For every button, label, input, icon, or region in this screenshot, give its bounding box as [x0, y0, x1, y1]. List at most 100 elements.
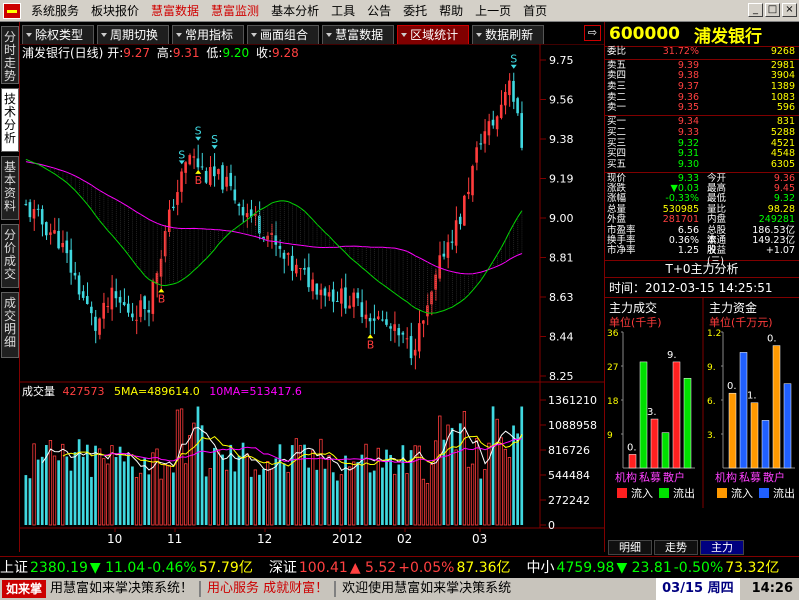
high-label: 高: [157, 45, 173, 60]
volume-ma10: 10MA=513417.6 [209, 385, 302, 398]
candle-body [122, 302, 126, 305]
buy-marker: B [158, 292, 166, 305]
status-time: 14:26 [751, 581, 793, 596]
mini2-ytick: 3. [707, 431, 716, 441]
volume-bar [204, 476, 208, 525]
side-tab-3[interactable]: 分价成交 [1, 224, 19, 288]
menu-item-10[interactable]: 首页 [517, 0, 553, 22]
mini1-legend-in: 流入 [631, 486, 653, 500]
volume-bar [458, 423, 462, 525]
volume-bar [249, 476, 253, 525]
open-label: 开: [107, 46, 123, 60]
menu-item-1[interactable]: 板块报价 [85, 0, 145, 22]
menu-item-8[interactable]: 帮助 [433, 0, 469, 22]
candle-body [344, 287, 347, 309]
candle-body [290, 255, 294, 271]
ticker-index-0[interactable]: 上证 2380.19 ▼ 11.04 -0.46% 57.79亿 [0, 560, 253, 576]
panel-tab-1[interactable]: 走势 [654, 540, 698, 555]
bids-label: 买五 [607, 158, 627, 170]
ticker-index-2[interactable]: 中小 4759.98 ▼ 23.81 -0.50% 73.32亿 [527, 560, 780, 576]
stat-label: 内盘 [707, 214, 727, 226]
candle-body [44, 222, 48, 236]
menu-item-4[interactable]: 基本分析 [265, 0, 325, 22]
menu-item-6[interactable]: 公告 [361, 0, 397, 22]
candle-body [360, 302, 364, 317]
toolbar-button-3[interactable]: 画面组合 [247, 25, 320, 44]
candle-body [385, 319, 388, 325]
menu-item-7[interactable]: 委托 [397, 0, 433, 22]
candle-body [442, 253, 446, 257]
menu-item-3[interactable]: 慧富监测 [205, 0, 265, 22]
ticker-pct: -0.46% [147, 560, 197, 576]
volume-bar [237, 455, 241, 525]
menu-item-9[interactable]: 上一页 [469, 0, 517, 22]
mini1-unit: 单位(千手) [609, 315, 662, 329]
close-button[interactable]: × [782, 3, 797, 17]
menu-item-0[interactable]: 系统服务 [25, 0, 85, 22]
dropdown-arrow-icon [251, 33, 258, 37]
capital-flow-charts: 主力成交单位(千手)36271890.3.9.机构 私募 散户流入 流出主力资金单位(… [607, 290, 797, 508]
mini1-ytick: 18 [607, 397, 619, 407]
candle-body [397, 328, 401, 336]
mini2-data-label: 0. [727, 381, 737, 392]
low-value: 9.20 [222, 46, 249, 60]
toolbar-button-label: 画面组合 [260, 28, 309, 42]
ticker-chg: ▼ 11.04 [89, 560, 146, 576]
menu-item-5[interactable]: 工具 [325, 0, 361, 22]
menu-item-2[interactable]: 慧富数据 [145, 0, 205, 22]
kline-chart[interactable]: SSSBBSB 9.759.569.389.199.008.818.638.44… [20, 44, 604, 552]
ticker-amt: 87.36亿 [456, 560, 511, 576]
candle-body [245, 213, 249, 218]
mini1-ytick: 36 [607, 329, 619, 339]
volume-bar [323, 468, 327, 525]
ticker-name: 上证 [0, 560, 28, 576]
volume-bar [258, 474, 261, 525]
volume-bar [335, 480, 339, 525]
toolbar-button-5[interactable]: 区域统计 [397, 25, 470, 44]
asks-row: 卖五 9.39 2981 [605, 60, 799, 72]
side-tab-1[interactable]: 技术分析 [1, 88, 19, 152]
candle-body [28, 202, 32, 218]
ticker-name: 深证 [268, 560, 297, 576]
toolbar-button-1[interactable]: 周期切换 [97, 25, 170, 44]
chart-toolbar: 除权类型 周期切换 常用指标 画面组合 慧富数据 区域统计 数据刷新 [20, 22, 604, 44]
candle-body [499, 104, 503, 118]
toolbar-button-2[interactable]: 常用指标 [172, 25, 245, 44]
candle-body [446, 242, 450, 258]
panel-tab-0[interactable]: 明细 [608, 540, 652, 555]
volume-bar [401, 445, 405, 525]
candle-body [61, 242, 64, 248]
candle-body [69, 249, 73, 273]
panel-bottom-tabs: 明细 走势 主力 [604, 540, 799, 556]
candle-body [143, 296, 146, 309]
candle-body [65, 240, 69, 254]
panel-tab-2[interactable]: 主力 [700, 540, 744, 555]
ticker-index-1[interactable]: 深证 100.41 ▲ 5.52 +0.05% 87.36亿 [269, 560, 511, 576]
minimize-button[interactable]: _ [748, 3, 763, 17]
toolbar-arrow-icon[interactable]: ⇨ [584, 25, 601, 41]
candle-body [110, 287, 114, 310]
maximize-button[interactable]: □ [765, 3, 780, 17]
mini2-category: 散户 [763, 470, 785, 484]
candle-body [393, 324, 396, 331]
volume-bar [85, 444, 89, 525]
status-text-3: 欢迎使用慧富如来掌决策系统 [342, 581, 512, 596]
candle-body [508, 80, 511, 96]
sell-marker: S [178, 148, 185, 161]
svg-text:浦发银行(日线) 开:9.27 高:9.31: 浦发银行(日线) 开:9.27 高:9.31 低:9.20 收:9.28 [22, 45, 299, 60]
side-tab-2[interactable]: 基本资料 [1, 156, 19, 220]
mini2-category: 机构 [715, 470, 737, 484]
ticker-val: 100.41 [298, 560, 348, 576]
toolbar-button-0[interactable]: 除权类型 [22, 25, 95, 44]
bids-label: 买二 [607, 126, 627, 138]
toolbar-button-6[interactable]: 数据刷新 [472, 25, 545, 44]
candle-body [454, 220, 458, 246]
toolbar-button-4[interactable]: 慧富数据 [322, 25, 395, 44]
candle-body [467, 191, 470, 195]
side-tab-0[interactable]: 分时走势 [1, 26, 19, 84]
toolbar-button-label: 数据刷新 [485, 28, 534, 42]
candle-body [229, 172, 233, 187]
volume-bar [344, 455, 347, 525]
mini1-title: 主力成交 [609, 300, 657, 315]
side-tab-4[interactable]: 成交明细 [1, 292, 19, 358]
